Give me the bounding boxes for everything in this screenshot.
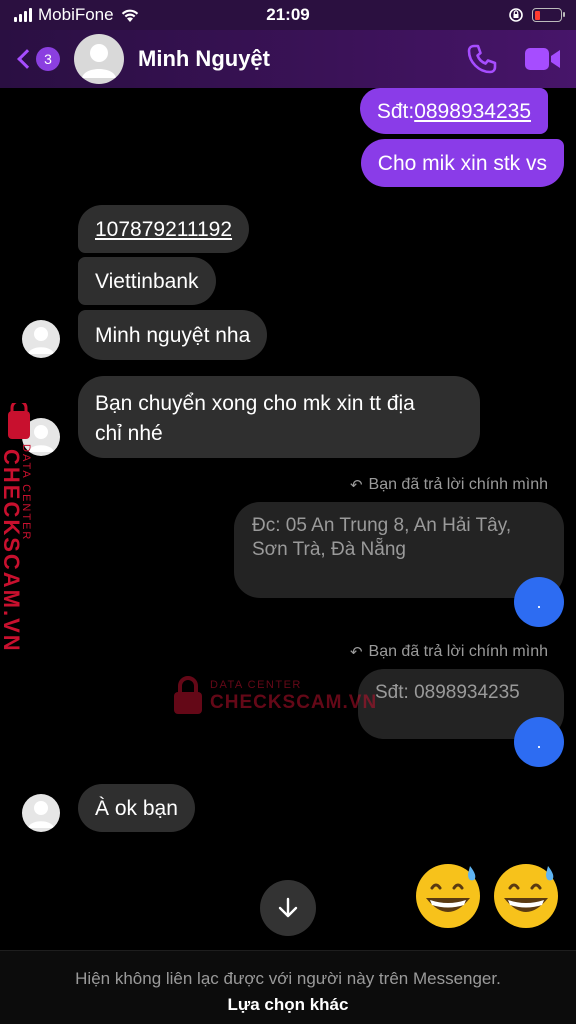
message-text: Bạn chuyển xong cho mk xin tt địa (95, 392, 415, 415)
footer-banner: Hiện không liên lạc được với người này t… (0, 950, 576, 1024)
contact-avatar[interactable] (22, 794, 60, 832)
message-text: Minh nguyệt nha (95, 323, 251, 347)
message-text: Sđt: (376, 99, 415, 123)
video-call-icon[interactable] (524, 45, 562, 73)
reply-label-text: Bạn đã trả lời chính mình (368, 643, 548, 660)
message-text: . (536, 591, 542, 612)
outgoing-message[interactable]: Sđt: 0898934235 (359, 88, 548, 134)
battery-icon (532, 8, 565, 22)
incoming-message[interactable]: Viettinbank (78, 257, 216, 305)
reply-arrow-icon: ↶ (349, 644, 363, 661)
account-number-link[interactable]: 107879211192 (95, 215, 232, 244)
watermark-line-bottom: CHECKSCAM.VN (210, 692, 378, 713)
reply-bubble[interactable]: . (514, 577, 564, 627)
contact-name[interactable]: Minh Nguyệt (138, 46, 270, 72)
incoming-message[interactable]: Minh nguyệt nha (78, 310, 268, 360)
contact-avatar[interactable] (74, 34, 124, 84)
person-icon (28, 327, 54, 354)
reply-context-label: ↶ Bạn đã trả lời chính mình (350, 643, 548, 661)
reply-label-text: Bạn đã trả lời chính mình (368, 476, 548, 493)
carrier-label: MobiFone (38, 5, 114, 24)
status-bar: MobiFone 21:09 (0, 0, 576, 30)
phone-call-icon[interactable] (466, 43, 498, 75)
quoted-text: Sơn Trà, Đà Nẵng (252, 539, 406, 560)
unread-badge: 3 (36, 47, 60, 71)
person-icon (82, 44, 116, 78)
signal-icon (14, 8, 32, 22)
checkscam-watermark-center: DATA CENTER CHECKSCAM.VN (170, 672, 376, 718)
unavailable-notice: Hiện không liên lạc được với người này t… (75, 969, 501, 988)
quoted-message[interactable]: Đc: 05 An Trung 8, An Hải Tây, Sơn Trà, … (234, 502, 564, 598)
contact-avatar[interactable] (22, 320, 60, 358)
chevron-left-icon (17, 49, 37, 69)
grinning-sweat-emoji[interactable] (490, 858, 562, 930)
incoming-message[interactable]: 107879211192 (78, 205, 250, 253)
reply-context-label: ↶ Bạn đã trả lời chính mình (350, 476, 548, 494)
outgoing-message[interactable]: Cho mik xin stk vs (360, 139, 564, 187)
message-text: Viettinbank (95, 269, 199, 293)
orientation-lock-icon (509, 8, 523, 22)
phone-link[interactable]: 0898934235 (414, 97, 531, 126)
watermark-line-bottom: CHECKSCAM.VN (0, 449, 24, 653)
lock-icon (174, 676, 202, 714)
incoming-message[interactable]: Bạn chuyển xong cho mk xin tt địa chỉ nh… (78, 376, 480, 458)
quoted-text: Đc: 05 An Trung 8, An Hải Tây, (252, 515, 512, 536)
chat-header: 3 Minh Nguyệt (0, 30, 576, 88)
quoted-text: Sđt: 0898934235 (375, 682, 520, 703)
other-options-link[interactable]: Lựa chọn khác (228, 995, 349, 1015)
reply-bubble[interactable]: . (514, 717, 564, 767)
wifi-icon (121, 9, 138, 22)
scroll-to-bottom-button[interactable] (260, 880, 316, 936)
message-text: chỉ nhé (95, 422, 163, 445)
incoming-message[interactable]: À ok bạn (78, 784, 195, 832)
reply-arrow-icon: ↶ (349, 477, 363, 494)
message-text: Cho mik xin stk vs (377, 151, 547, 175)
message-list[interactable]: Sđt: 0898934235 Cho mik xin stk vs 10787… (0, 88, 576, 950)
message-text: . (536, 731, 542, 752)
person-icon (28, 801, 54, 828)
back-button[interactable]: 3 (14, 47, 60, 71)
grinning-sweat-emoji[interactable] (412, 858, 484, 930)
arrow-down-icon (278, 897, 298, 918)
watermark-vertical-text: DATA CENTER CHECKSCAM.VN (0, 404, 74, 654)
message-text: À ok bạn (95, 796, 178, 820)
watermark-line-top: DATA CENTER (210, 679, 302, 691)
